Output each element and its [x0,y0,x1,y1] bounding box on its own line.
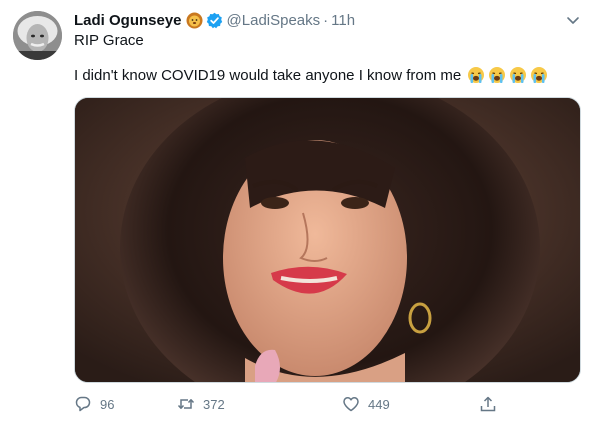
tweet-body: I didn't know COVID19 would take anyone … [74,66,462,84]
retweet-icon [177,399,195,409]
tweet-text: I didn't know COVID19 would take anyone … [74,66,548,84]
tweet-photo[interactable] [74,97,581,383]
loudly-crying-face-icon [467,66,485,84]
lion-face-icon [186,12,203,29]
tweet-card[interactable]: Ladi Ogunseye @LadiSpeaks · 11h RIP Grac… [0,0,595,424]
heart-icon [343,397,359,412]
retweet-count: 372 [203,396,225,412]
loudly-crying-face-icon [488,66,506,84]
verified-badge-icon [206,12,223,29]
retweet-button[interactable]: 372 [177,393,225,415]
tweet-header: Ladi Ogunseye @LadiSpeaks · 11h [74,9,355,31]
author-handle[interactable]: @LadiSpeaks [227,12,321,29]
loudly-crying-face-icon [530,66,548,84]
reply-icon [75,396,91,412]
chevron-down-icon[interactable] [565,12,581,28]
loudly-crying-face-icon [509,66,527,84]
reply-button[interactable]: 96 [74,393,114,415]
display-name[interactable]: Ladi Ogunseye [74,12,182,29]
timestamp[interactable]: 11h [331,12,355,29]
like-count: 449 [368,396,390,412]
avatar[interactable] [13,11,62,60]
emoji-group [461,66,548,84]
tweet-subtitle: RIP Grace [74,32,144,49]
reply-count: 96 [100,396,115,412]
like-button[interactable]: 449 [342,393,390,415]
tweet-actions: 96 372 449 [74,393,514,415]
share-button[interactable] [479,393,505,415]
separator-dot: · [323,11,329,29]
share-icon [480,396,496,412]
